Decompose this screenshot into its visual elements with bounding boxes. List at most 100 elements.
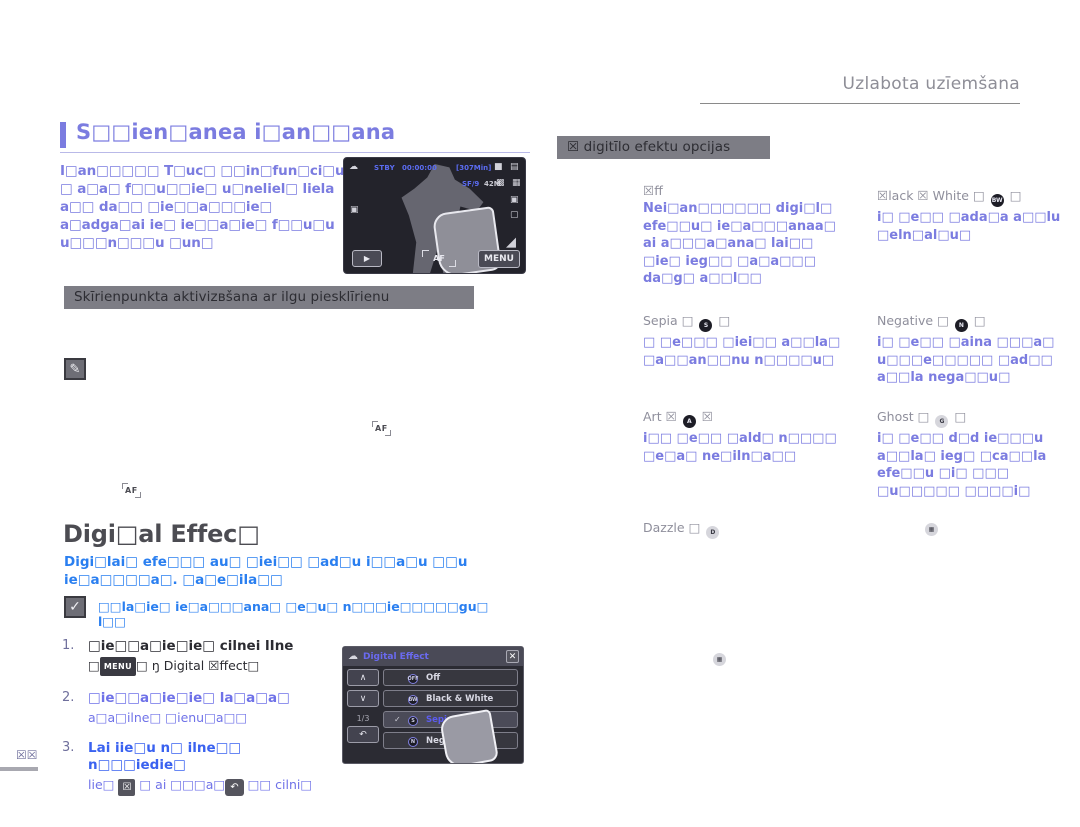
lcd-preview-illustration: ☁ STBY 00:00:00 [307Min] SF/9 42M ■ ▤ ▩ … [343, 157, 526, 274]
effect-off-icon: OFF [407, 673, 419, 684]
dialog-option-off[interactable]: OFF Off [383, 669, 518, 686]
lcd-status-stby: STBY [374, 164, 396, 172]
effect-negative-icon: N [954, 319, 968, 332]
step-item-3: 3. Lai iie□u n□ ilne□□ n□□□iedie□ lie□ ☒… [62, 740, 332, 796]
menu-chip-icon[interactable]: MENU [99, 657, 137, 676]
header-divider [700, 103, 1020, 104]
back-arrow-icon[interactable]: ↶ [225, 779, 244, 796]
effect-name-label: Dazzle [643, 520, 685, 535]
effect-entry-art: Art ☒ A ☒ i□□ □e□□ □ald□ n□□□□ □e□a□ ne□… [643, 409, 843, 465]
step-sub-middle: □ ŋ [136, 658, 160, 673]
digital-effect-check-note: □□la□ie□ ie□a□□□ana□ □e□u□ n□□□ie□□□□□gu… [98, 599, 489, 629]
step-sub-a: lie□ [88, 777, 115, 792]
digital-effect-description: Digi□lai□ efe□□□ au□ □iei□□ □ad□u i□□a□u… [64, 554, 468, 588]
effect-description: i□□ □e□□ □ald□ n□□□□ □e□a□ ne□iln□a□□ [643, 431, 837, 464]
effect-entry-negative: Negative □ N □ i□ □e□□ □aina □□□a□ u□□□e… [877, 313, 1077, 387]
effect-entry-ghost: Ghost □ G □ i□ □e□□ d□d ie□□□u a□□la□ ie… [877, 409, 1077, 500]
effect-description: i□ □e□□ □aina □□□a□ u□□□e□□□□□ □ad□□ a□□… [877, 335, 1055, 385]
step-item-1: 1. □ie□□a□ie□ie□ cilnei lIne □ MENU □ ŋ Di… [62, 638, 332, 676]
shutter-icon: ◢ [506, 235, 516, 250]
stabilizer-icon: ▦ [512, 178, 521, 188]
effect-name: ☒lack ☒ White □ BW □ [877, 188, 1077, 207]
card-icon: ▤ [510, 162, 519, 172]
step-number: 2. [62, 690, 75, 705]
effect-name-label: Ghost [877, 409, 914, 424]
step-title: Lai iie□u n□ ilne□□ n□□□iedie□ [88, 740, 242, 773]
close-icon[interactable]: ☒ [118, 779, 136, 796]
face-detect-icon: ▩ [496, 178, 505, 188]
dialog-option-label: Off [426, 672, 441, 683]
page-number: ☒☒ [16, 748, 38, 762]
intro-paragraph: I□an□□□□□ T□uc□ □□in□fun□ci□u □ a□a□ f□□… [60, 163, 345, 251]
dialog-close-button[interactable]: ✕ [506, 650, 519, 663]
heading-underline [60, 152, 530, 153]
manual-page: Uzlabota uzīemšana S□□ien□anea i□an□□ana… [0, 0, 1080, 827]
step-number: 3. [62, 740, 75, 755]
effect-name: Art ☒ A ☒ [643, 409, 843, 428]
effect-entry-sepia: Sepia □ S □ □ □e□□□ □iei□□ a□□la□ □a□□an… [643, 313, 843, 369]
effect-bw-icon: BW [990, 194, 1004, 207]
hand-illustration [438, 708, 500, 763]
step-title: □ie□□a□ie□ie□ la□a□a□ [88, 690, 290, 706]
effect-name-label: Sepia [643, 313, 678, 328]
effect-entry-dazzle: Dazzle □ D [643, 520, 843, 541]
footer-rule [0, 767, 38, 771]
scroll-down-button[interactable]: ∨ [347, 690, 379, 707]
battery-icon: ■ [494, 162, 503, 172]
effect-art-icon: A [682, 415, 696, 428]
checkmark-note-icon: ✓ [64, 596, 86, 618]
effect-description: i□ □e□□ d□d ie□□□u a□□la□ ieg□ □ca□□la e… [877, 431, 1047, 499]
dialog-option-label: Black & White [426, 693, 494, 704]
effect-description: Nei□an□□□□□□ digi□l□ efe□□u□ ie□a□□□anaa… [643, 201, 836, 286]
effect-name: Ghost □ G □ [877, 409, 1077, 428]
step-sub-suffix: Digital ☒ffect□ [163, 658, 260, 673]
step-item-2: 2. □ie□□a□ie□ie□ la□a□a□ a□a□ilne□ □ienu… [62, 690, 332, 726]
af-marker-icon-2: AF [122, 483, 141, 498]
effect-description: □ □e□□□ □iei□□ a□□la□ □a□□an□□nu n□□□□u□ [643, 335, 841, 368]
dialog-option-black-and-white[interactable]: BW Black & White [383, 690, 518, 707]
step-sub-prefix: □ [88, 658, 100, 673]
effect-name: ☒ff [643, 183, 663, 198]
dialog-titlebar: ☁ Digital Effect [343, 647, 523, 666]
lcd-af-target[interactable]: AF [422, 250, 456, 267]
effect-negative-icon: N [408, 736, 418, 747]
step-subtitle: lie□ ☒ □ ai □□□a□ ↶ □□ cilni□ [88, 776, 332, 796]
effect-name-label: Negative [877, 313, 934, 328]
effect-name: Dazzle □ D [643, 520, 843, 539]
lcd-menu-button[interactable]: MENU [478, 250, 520, 268]
lcd-remaining-time: [307Min] [456, 164, 492, 172]
effect-thumbnail-icon-2: ▦ [713, 653, 726, 666]
banner-long-touch: Skīrienpunkta aktivizвšana ar ilgu piesk… [64, 286, 474, 309]
steps-list: 1. □ie□□a□ie□ie□ cilnei lIne □ MENU □ ŋ Di… [62, 638, 332, 810]
checkmark-icon: ✓ [394, 715, 401, 724]
effect-sepia-icon: S [699, 319, 713, 332]
step-title: □ie□□a□ie□ie□ cilnei lIne [88, 638, 294, 654]
dialog-back-button[interactable]: ↶ [347, 726, 379, 743]
dialog-side-controls: ∧ ∨ 1/3 ↶ [347, 669, 379, 747]
banner-digital-effect-options: ☒ digitīlo efektu opcijas [557, 136, 770, 159]
lcd-timecode: 00:00:00 [402, 164, 437, 172]
note-pencil-icon: ✎ [64, 358, 86, 380]
dialog-page-indicator: 1/3 [356, 714, 370, 723]
effect-sepia-icon: S [408, 715, 418, 726]
af-marker-icon-1: AF [372, 421, 391, 436]
step-number: 1. [62, 638, 75, 653]
effect-thumbnail-icon-1: ▦ [925, 523, 938, 536]
step-subtitle: a□a□ilne□ □ienu□a□□ [88, 710, 248, 725]
effect-entry-off: ☒ff Nei□an□□□□□□ digi□l□ efe□□u□ ie□a□□□… [643, 183, 843, 288]
page-title: Uzlabota uzīemšana [842, 74, 1020, 94]
section-heading: S□□ien□anea i□an□□ana [76, 120, 396, 144]
digital-effect-heading: Digi□al Effec□ [63, 520, 260, 548]
lcd-quality: SF/9 [462, 180, 480, 188]
effect-name: Negative □ N □ [877, 313, 1077, 332]
digital-effect-dialog: ☁ Digital Effect ✕ ∧ ∨ 1/3 ↶ OFF Off BW … [342, 646, 524, 764]
effect-name: Sepia □ S □ [643, 313, 843, 332]
effect-description: i□ □e□□ □ada□a a□□lu □eln□al□u□ [877, 210, 1061, 243]
touch-af-icon: ▣ [350, 205, 359, 215]
heading-accent-bar [60, 122, 66, 148]
lcd-play-button[interactable]: ▶ [352, 250, 382, 267]
backlight-icon: ▢ [510, 210, 519, 220]
effect-entry-black-and-white: ☒lack ☒ White □ BW □ i□ □e□□ □ada□a a□□l… [877, 188, 1077, 244]
effect-bw-icon: BW [408, 694, 418, 705]
scroll-up-button[interactable]: ∧ [347, 669, 379, 686]
